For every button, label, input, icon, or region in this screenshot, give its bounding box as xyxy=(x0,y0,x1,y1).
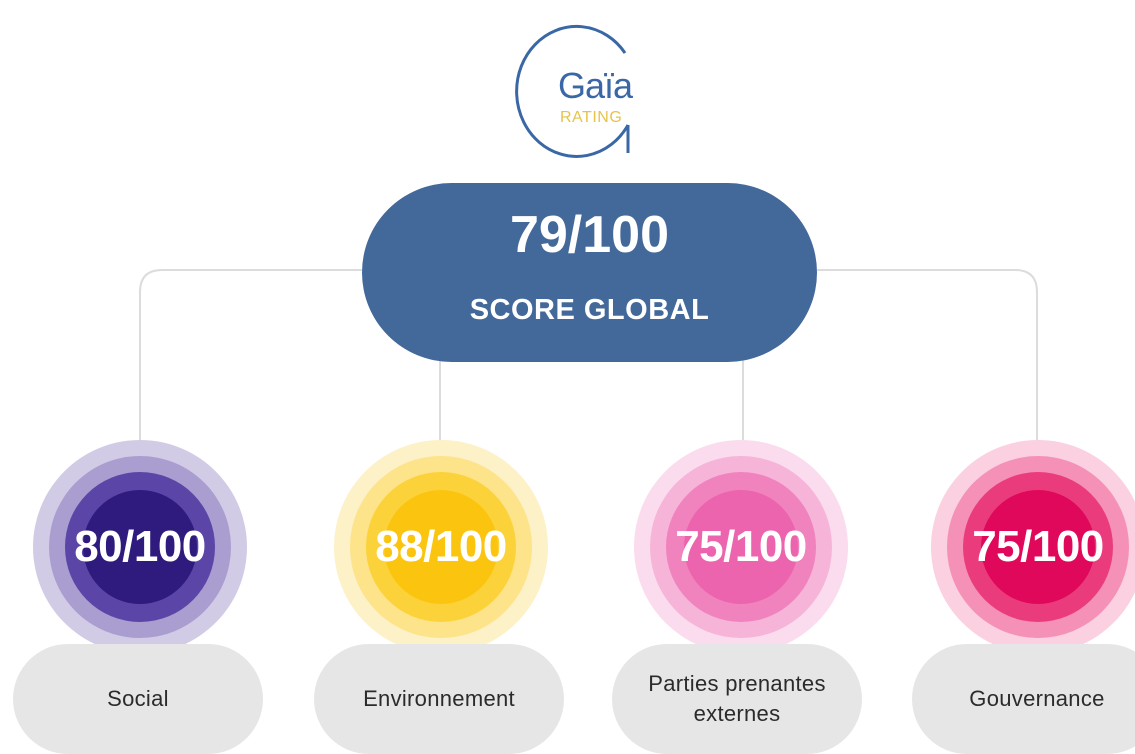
connector-gouvernance xyxy=(817,269,1038,440)
pillar-score-gouvernance: 75/100 xyxy=(972,522,1104,571)
pillar-circle-social: 80/100 xyxy=(33,440,247,654)
global-score-card: 79/100 SCORE GLOBAL xyxy=(362,183,817,362)
pillar-score-environnement: 88/100 xyxy=(375,522,507,571)
pillar-label-gouvernance: Gouvernance xyxy=(912,644,1135,754)
gaia-rating-logo: Gaïa RATING xyxy=(510,13,645,158)
logo-subtitle: RATING xyxy=(560,109,623,126)
pillar-label-social: Social xyxy=(13,644,263,754)
pillar-circle-parties-prenantes: 75/100 xyxy=(634,440,848,654)
pillar-circle-environnement: 88/100 xyxy=(334,440,548,654)
connector-social xyxy=(139,269,362,440)
pillar-label-environnement: Environnement xyxy=(314,644,564,754)
global-score-value: 79/100 xyxy=(509,206,670,264)
pillar-circle-gouvernance: 75/100 xyxy=(931,440,1135,654)
pillar-label-parties-prenantes: Parties prenantes externes xyxy=(612,644,862,754)
logo-name: Gaïa xyxy=(558,65,633,106)
pillar-score-social: 80/100 xyxy=(74,522,206,571)
pillar-score-parties-prenantes: 75/100 xyxy=(675,522,807,571)
global-score-label: SCORE GLOBAL xyxy=(469,294,710,326)
